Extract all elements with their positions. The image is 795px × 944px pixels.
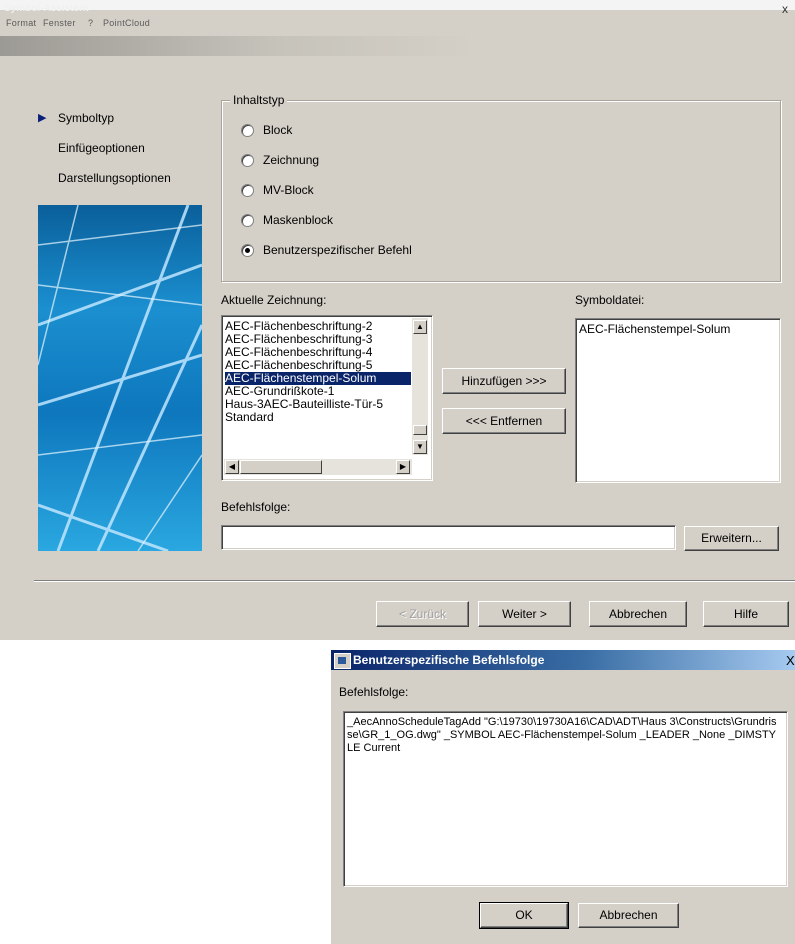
nav-step-einfuegeoptionen[interactable]: Einfügeoptionen (58, 141, 145, 155)
hscroll-thumb[interactable] (240, 460, 322, 474)
command-sequence-input[interactable] (221, 525, 676, 550)
app-icon (334, 653, 351, 669)
symbol-file-list[interactable]: AEC-Flächenstempel-Solum (575, 318, 781, 483)
menu-format[interactable]: Format (6, 18, 36, 28)
wizard-illustration-image (38, 205, 202, 551)
wizard-title-bar (0, 36, 795, 56)
active-step-arrow-icon: ▶ (38, 112, 47, 124)
radio-block-label[interactable]: Block (263, 123, 292, 137)
radio-benutzerspezifischer-befehl[interactable] (241, 244, 254, 257)
custom-command-close-button[interactable]: X (786, 653, 795, 668)
symbol-file-label: Symboldatei: (575, 293, 645, 307)
content-type-label: Inhaltstyp (230, 93, 288, 107)
radio-block[interactable] (241, 124, 254, 137)
nav-step-darstellungsoptionen[interactable]: Darstellungsoptionen (58, 171, 171, 185)
current-drawing-label: Aktuelle Zeichnung: (221, 293, 327, 307)
custom-command-title: Benutzerspezifische Befehlsfolge (353, 653, 545, 667)
command-sequence-label: Befehlsfolge: (221, 500, 291, 514)
radio-mv-block-label[interactable]: MV-Block (263, 183, 314, 197)
menu-help[interactable]: ? (88, 18, 93, 28)
dialog-cancel-button[interactable]: Abbrechen (578, 903, 679, 928)
desktop-strip (0, 0, 795, 10)
nav-step-symboltyp[interactable]: Symboltyp (58, 111, 114, 125)
back-button[interactable]: < Zurück (376, 601, 469, 627)
list-item[interactable]: Standard (225, 411, 274, 424)
menu-fenster[interactable]: Fenster (43, 18, 76, 28)
scroll-left-button[interactable]: ◀ (225, 460, 239, 474)
custom-command-textarea[interactable]: _AecAnnoScheduleTagAdd "G:\19730\19730A1… (343, 711, 788, 887)
custom-command-field-label: Befehlsfolge: (339, 685, 409, 699)
wizard-title: Symbol-Assistent (4, 3, 89, 14)
scroll-down-button[interactable]: ▼ (413, 440, 427, 454)
add-button[interactable]: Hinzufügen >>> (442, 368, 566, 394)
radio-maskenblock[interactable] (241, 214, 254, 227)
ok-button[interactable]: OK (479, 902, 569, 929)
help-button[interactable]: Hilfe (703, 601, 789, 627)
menu-bar: Format Fenster ? PointCloud (0, 10, 795, 37)
remove-button[interactable]: <<< Entfernen (442, 408, 566, 434)
custom-command-text: _AecAnnoScheduleTagAdd "G:\19730\19730A1… (347, 716, 777, 754)
list-item[interactable]: AEC-Flächenstempel-Solum (579, 323, 730, 336)
scroll-thumb[interactable] (413, 425, 427, 435)
radio-benutzerspezifischer-befehl-label[interactable]: Benutzerspezifischer Befehl (263, 243, 412, 257)
cancel-button[interactable]: Abbrechen (589, 601, 687, 627)
wizard-close-button[interactable]: x (782, 2, 788, 16)
scroll-up-button[interactable]: ▲ (413, 320, 427, 334)
radio-zeichnung-label[interactable]: Zeichnung (263, 153, 319, 167)
menu-pointcloud[interactable]: PointCloud (103, 18, 150, 28)
footer-separator (34, 580, 795, 582)
next-button[interactable]: Weiter > (478, 601, 571, 627)
radio-mv-block[interactable] (241, 184, 254, 197)
current-drawing-list[interactable]: AEC-Flächenbeschriftung-2 AEC-Flächenbes… (221, 315, 433, 481)
radio-maskenblock-label[interactable]: Maskenblock (263, 213, 333, 227)
scroll-right-button[interactable]: ▶ (396, 460, 410, 474)
radio-zeichnung[interactable] (241, 154, 254, 167)
expand-button[interactable]: Erweitern... (684, 526, 779, 551)
